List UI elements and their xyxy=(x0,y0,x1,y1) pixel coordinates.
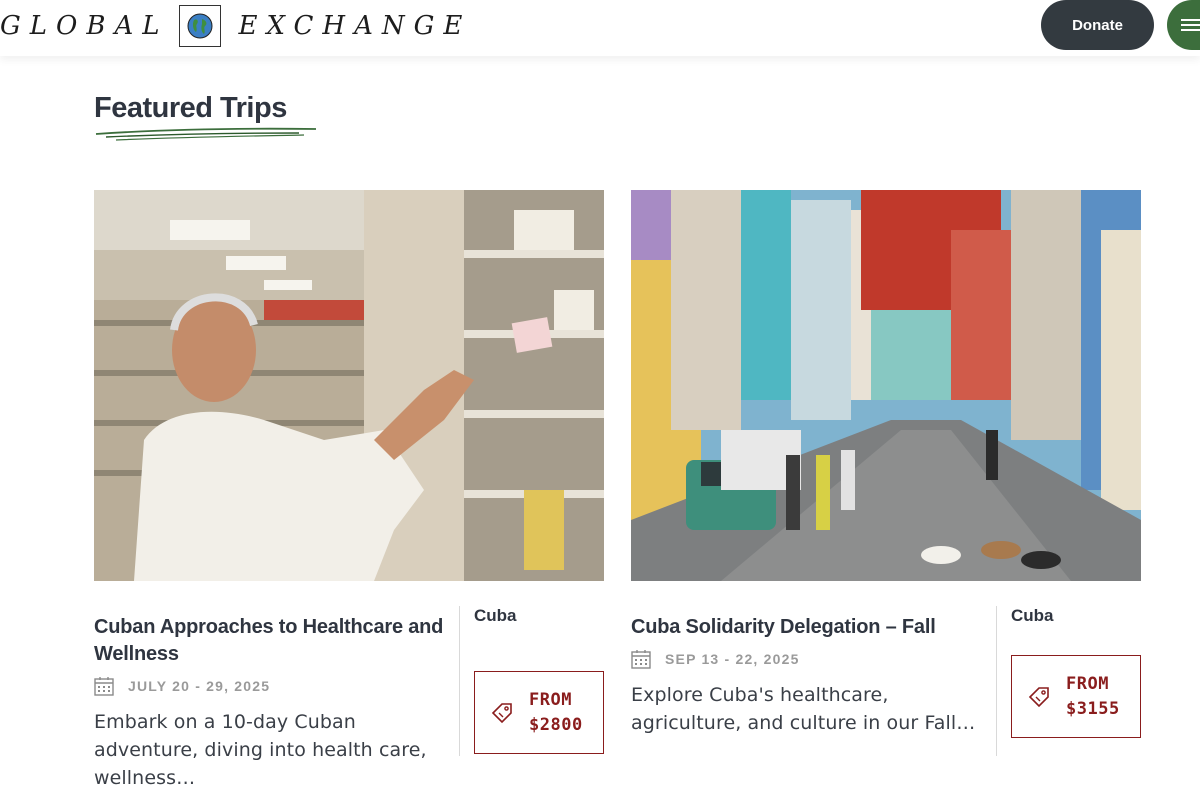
trip-title[interactable]: Cuba Solidarity Delegation – Fall xyxy=(631,614,986,641)
trip-date-text: SEP 13 - 22, 2025 xyxy=(665,651,800,667)
price-button[interactable]: FROM $2800 xyxy=(474,671,604,754)
price-button[interactable]: FROM $3155 xyxy=(1011,655,1141,738)
menu-button[interactable] xyxy=(1167,0,1200,50)
section-title: Featured Trips xyxy=(94,92,287,124)
trip-location: Cuba xyxy=(1011,606,1054,625)
price-tag-icon xyxy=(491,702,512,723)
trip-date-text: JULY 20 - 29, 2025 xyxy=(128,678,271,694)
pharmacist-photo[interactable] xyxy=(94,190,604,581)
donate-button[interactable]: Donate xyxy=(1041,0,1154,50)
trip-card[interactable]: Cuba Solidarity Delegation – Fall SEP 13… xyxy=(631,190,1141,774)
price-prefix: FROM xyxy=(1066,673,1109,694)
card-divider xyxy=(459,606,460,756)
hamburger-icon xyxy=(1181,19,1200,31)
logo-text-right: EXCHANGE xyxy=(238,11,472,41)
calendar-icon xyxy=(94,677,114,696)
globe-icon xyxy=(178,5,221,47)
title-underline-decoration xyxy=(95,127,317,141)
site-logo[interactable]: GLOBAL EXCHANGE xyxy=(0,4,471,48)
price-value: $2800 xyxy=(529,714,583,735)
havana-street-photo[interactable] xyxy=(631,190,1141,581)
trip-date: JULY 20 - 29, 2025 xyxy=(94,676,449,696)
card-divider xyxy=(996,606,997,756)
price-value: $3155 xyxy=(1066,698,1120,719)
trip-location: Cuba xyxy=(474,606,517,625)
site-header: GLOBAL EXCHANGE Donate xyxy=(0,0,1200,56)
price-prefix: FROM xyxy=(529,689,572,710)
trip-description: Explore Cuba's healthcare, agriculture, … xyxy=(631,684,976,734)
trip-title[interactable]: Cuban Approaches to Healthcare and Welln… xyxy=(94,614,449,668)
trip-date: SEP 13 - 22, 2025 xyxy=(631,649,986,669)
price-tag-icon xyxy=(1028,686,1049,707)
calendar-icon xyxy=(631,650,651,669)
trip-description: Embark on a 10-day Cuban adventure, divi… xyxy=(94,711,427,789)
trip-card[interactable]: Cuban Approaches to Healthcare and Welln… xyxy=(94,190,604,789)
logo-text-left: GLOBAL xyxy=(0,11,169,41)
